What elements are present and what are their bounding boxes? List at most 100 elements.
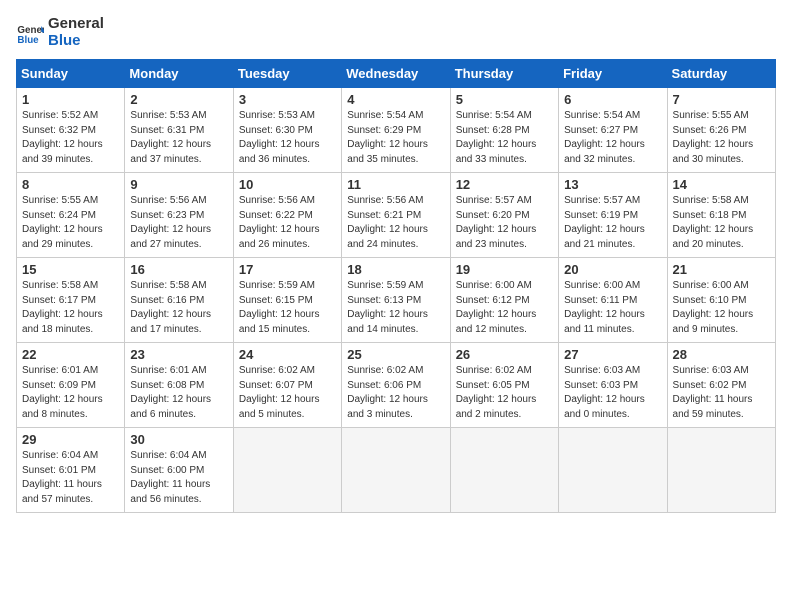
- calendar-cell: [667, 428, 775, 513]
- calendar-cell: 8Sunrise: 5:55 AMSunset: 6:24 PMDaylight…: [17, 173, 125, 258]
- calendar-cell: 6Sunrise: 5:54 AMSunset: 6:27 PMDaylight…: [559, 88, 667, 173]
- logo-icon: General Blue: [16, 19, 44, 47]
- calendar-cell: 2Sunrise: 5:53 AMSunset: 6:31 PMDaylight…: [125, 88, 233, 173]
- day-cell-content: 11 Sunrise: 5:56 AMSunset: 6:21 PMDayligh…: [347, 177, 444, 252]
- day-info: Sunrise: 5:59 AMSunset: 6:13 PMDaylight:…: [347, 279, 444, 337]
- calendar-cell: 22 Sunrise: 6:01 AMSunset: 6:09 PMDayligh…: [17, 343, 125, 428]
- day-info: Sunrise: 5:56 AMSunset: 6:23 PMDaylight:…: [130, 194, 227, 252]
- calendar-cell: 4 Sunrise: 5:54 AMSunset: 6:29 PMDaylight…: [342, 88, 450, 173]
- day-number: 5: [456, 92, 553, 107]
- day-cell-content: 3Sunrise: 5:53 AMSunset: 6:30 PMDaylight…: [239, 92, 336, 167]
- logo-line1: General: [48, 16, 104, 33]
- calendar-cell: 27Sunrise: 6:03 AMSunset: 6:03 PMDayligh…: [559, 343, 667, 428]
- day-number: 18: [347, 262, 444, 277]
- day-number: 29: [22, 432, 119, 447]
- day-number: 16: [130, 262, 227, 277]
- day-info: Sunrise: 5:54 AMSunset: 6:28 PMDaylight:…: [456, 109, 553, 167]
- day-number: 12: [456, 177, 553, 192]
- day-cell-content: 5 Sunrise: 5:54 AMSunset: 6:28 PMDaylight…: [456, 92, 553, 167]
- day-cell-content: 1Sunrise: 5:52 AMSunset: 6:32 PMDaylight…: [22, 92, 119, 167]
- day-info: Sunrise: 6:00 AMSunset: 6:11 PMDaylight:…: [564, 279, 661, 337]
- calendar-header-row: SundayMondayTuesdayWednesdayThursdayFrid…: [17, 60, 776, 88]
- day-number: 19: [456, 262, 553, 277]
- day-info: Sunrise: 6:01 AMSunset: 6:08 PMDaylight:…: [130, 364, 227, 422]
- day-info: Sunrise: 6:02 AMSunset: 6:05 PMDaylight:…: [456, 364, 553, 422]
- calendar-cell: 15 Sunrise: 5:58 AMSunset: 6:17 PMDayligh…: [17, 258, 125, 343]
- day-info: Sunrise: 6:01 AMSunset: 6:09 PMDaylight:…: [22, 364, 119, 422]
- weekday-header: Sunday: [17, 60, 125, 88]
- calendar-cell: 25 Sunrise: 6:02 AMSunset: 6:06 PMDayligh…: [342, 343, 450, 428]
- calendar-cell: [342, 428, 450, 513]
- calendar-table: SundayMondayTuesdayWednesdayThursdayFrid…: [16, 59, 776, 513]
- day-info: Sunrise: 5:56 AMSunset: 6:22 PMDaylight:…: [239, 194, 336, 252]
- calendar-cell: 13 Sunrise: 5:57 AMSunset: 6:19 PMDayligh…: [559, 173, 667, 258]
- day-info: Sunrise: 6:00 AMSunset: 6:10 PMDaylight:…: [673, 279, 770, 337]
- weekday-header: Wednesday: [342, 60, 450, 88]
- day-info: Sunrise: 6:02 AMSunset: 6:06 PMDaylight:…: [347, 364, 444, 422]
- day-cell-content: 4 Sunrise: 5:54 AMSunset: 6:29 PMDaylight…: [347, 92, 444, 167]
- day-cell-content: 26Sunrise: 6:02 AMSunset: 6:05 PMDayligh…: [456, 347, 553, 422]
- day-info: Sunrise: 5:57 AMSunset: 6:20 PMDaylight:…: [456, 194, 553, 252]
- day-info: Sunrise: 5:59 AMSunset: 6:15 PMDaylight:…: [239, 279, 336, 337]
- day-cell-content: 7 Sunrise: 5:55 AMSunset: 6:26 PMDaylight…: [673, 92, 770, 167]
- calendar-cell: 26Sunrise: 6:02 AMSunset: 6:05 PMDayligh…: [450, 343, 558, 428]
- day-info: Sunrise: 6:00 AMSunset: 6:12 PMDaylight:…: [456, 279, 553, 337]
- logo: General Blue General Blue: [16, 16, 104, 49]
- day-number: 21: [673, 262, 770, 277]
- day-cell-content: 29 Sunrise: 6:04 AMSunset: 6:01 PMDayligh…: [22, 432, 119, 507]
- svg-text:Blue: Blue: [17, 34, 39, 45]
- day-number: 3: [239, 92, 336, 107]
- day-cell-content: 21 Sunrise: 6:00 AMSunset: 6:10 PMDayligh…: [673, 262, 770, 337]
- calendar-cell: 5 Sunrise: 5:54 AMSunset: 6:28 PMDaylight…: [450, 88, 558, 173]
- day-info: Sunrise: 5:58 AMSunset: 6:17 PMDaylight:…: [22, 279, 119, 337]
- day-number: 14: [673, 177, 770, 192]
- day-cell-content: 18 Sunrise: 5:59 AMSunset: 6:13 PMDayligh…: [347, 262, 444, 337]
- calendar-cell: 10 Sunrise: 5:56 AMSunset: 6:22 PMDayligh…: [233, 173, 341, 258]
- day-number: 10: [239, 177, 336, 192]
- calendar-cell: 17 Sunrise: 5:59 AMSunset: 6:15 PMDayligh…: [233, 258, 341, 343]
- day-number: 15: [22, 262, 119, 277]
- day-info: Sunrise: 5:57 AMSunset: 6:19 PMDaylight:…: [564, 194, 661, 252]
- day-number: 13: [564, 177, 661, 192]
- day-number: 20: [564, 262, 661, 277]
- day-info: Sunrise: 5:58 AMSunset: 6:18 PMDaylight:…: [673, 194, 770, 252]
- calendar-week-row: 29 Sunrise: 6:04 AMSunset: 6:01 PMDayligh…: [17, 428, 776, 513]
- day-number: 7: [673, 92, 770, 107]
- day-number: 22: [22, 347, 119, 362]
- day-number: 17: [239, 262, 336, 277]
- day-cell-content: 22 Sunrise: 6:01 AMSunset: 6:09 PMDayligh…: [22, 347, 119, 422]
- calendar-cell: 3Sunrise: 5:53 AMSunset: 6:30 PMDaylight…: [233, 88, 341, 173]
- day-number: 2: [130, 92, 227, 107]
- day-info: Sunrise: 6:04 AMSunset: 6:01 PMDaylight:…: [22, 449, 119, 507]
- day-cell-content: 14 Sunrise: 5:58 AMSunset: 6:18 PMDayligh…: [673, 177, 770, 252]
- calendar-cell: [450, 428, 558, 513]
- weekday-header: Saturday: [667, 60, 775, 88]
- day-number: 4: [347, 92, 444, 107]
- page-header: General Blue General Blue: [16, 16, 776, 49]
- day-number: 28: [673, 347, 770, 362]
- day-number: 27: [564, 347, 661, 362]
- day-info: Sunrise: 5:54 AMSunset: 6:29 PMDaylight:…: [347, 109, 444, 167]
- calendar-cell: 16Sunrise: 5:58 AMSunset: 6:16 PMDayligh…: [125, 258, 233, 343]
- weekday-header: Tuesday: [233, 60, 341, 88]
- calendar-week-row: 22 Sunrise: 6:01 AMSunset: 6:09 PMDayligh…: [17, 343, 776, 428]
- day-number: 11: [347, 177, 444, 192]
- day-cell-content: 20 Sunrise: 6:00 AMSunset: 6:11 PMDayligh…: [564, 262, 661, 337]
- calendar-week-row: 8Sunrise: 5:55 AMSunset: 6:24 PMDaylight…: [17, 173, 776, 258]
- day-number: 9: [130, 177, 227, 192]
- weekday-header: Thursday: [450, 60, 558, 88]
- day-cell-content: 16Sunrise: 5:58 AMSunset: 6:16 PMDayligh…: [130, 262, 227, 337]
- day-info: Sunrise: 5:55 AMSunset: 6:26 PMDaylight:…: [673, 109, 770, 167]
- calendar-cell: 19 Sunrise: 6:00 AMSunset: 6:12 PMDayligh…: [450, 258, 558, 343]
- weekday-header: Monday: [125, 60, 233, 88]
- day-cell-content: 13 Sunrise: 5:57 AMSunset: 6:19 PMDayligh…: [564, 177, 661, 252]
- day-cell-content: 30Sunrise: 6:04 AMSunset: 6:00 PMDayligh…: [130, 432, 227, 507]
- calendar-cell: [559, 428, 667, 513]
- day-info: Sunrise: 5:54 AMSunset: 6:27 PMDaylight:…: [564, 109, 661, 167]
- day-cell-content: 2Sunrise: 5:53 AMSunset: 6:31 PMDaylight…: [130, 92, 227, 167]
- day-info: Sunrise: 6:02 AMSunset: 6:07 PMDaylight:…: [239, 364, 336, 422]
- day-number: 25: [347, 347, 444, 362]
- calendar-cell: 11 Sunrise: 5:56 AMSunset: 6:21 PMDayligh…: [342, 173, 450, 258]
- day-info: Sunrise: 5:56 AMSunset: 6:21 PMDaylight:…: [347, 194, 444, 252]
- calendar-cell: 12 Sunrise: 5:57 AMSunset: 6:20 PMDayligh…: [450, 173, 558, 258]
